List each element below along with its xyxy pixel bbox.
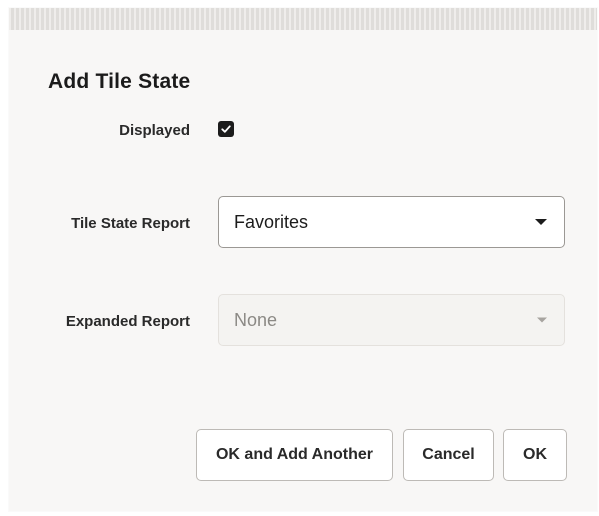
tile-state-report-select[interactable]: Favorites <box>218 196 565 248</box>
ok-button[interactable]: OK <box>503 429 567 481</box>
displayed-label: Displayed <box>119 122 190 139</box>
chevron-down-icon <box>537 317 547 323</box>
expanded-report-label: Expanded Report <box>65 313 190 330</box>
add-tile-state-dialog: Add Tile State Displayed Tile State Repo… <box>9 8 597 511</box>
cancel-button[interactable]: Cancel <box>403 429 494 481</box>
displayed-checkbox[interactable] <box>218 121 234 137</box>
expanded-report-select: None <box>218 294 565 346</box>
tile-state-report-value: Favorites <box>234 211 309 232</box>
chevron-down-icon <box>535 219 547 225</box>
dialog-header-bar <box>9 8 597 30</box>
ok-and-add-another-button[interactable]: OK and Add Another <box>196 429 393 481</box>
dialog-title: Add Tile State <box>48 70 191 93</box>
checkmark-icon <box>221 125 231 133</box>
tile-state-report-label: Tile State Report <box>71 215 190 232</box>
expanded-report-value: None <box>234 309 278 330</box>
